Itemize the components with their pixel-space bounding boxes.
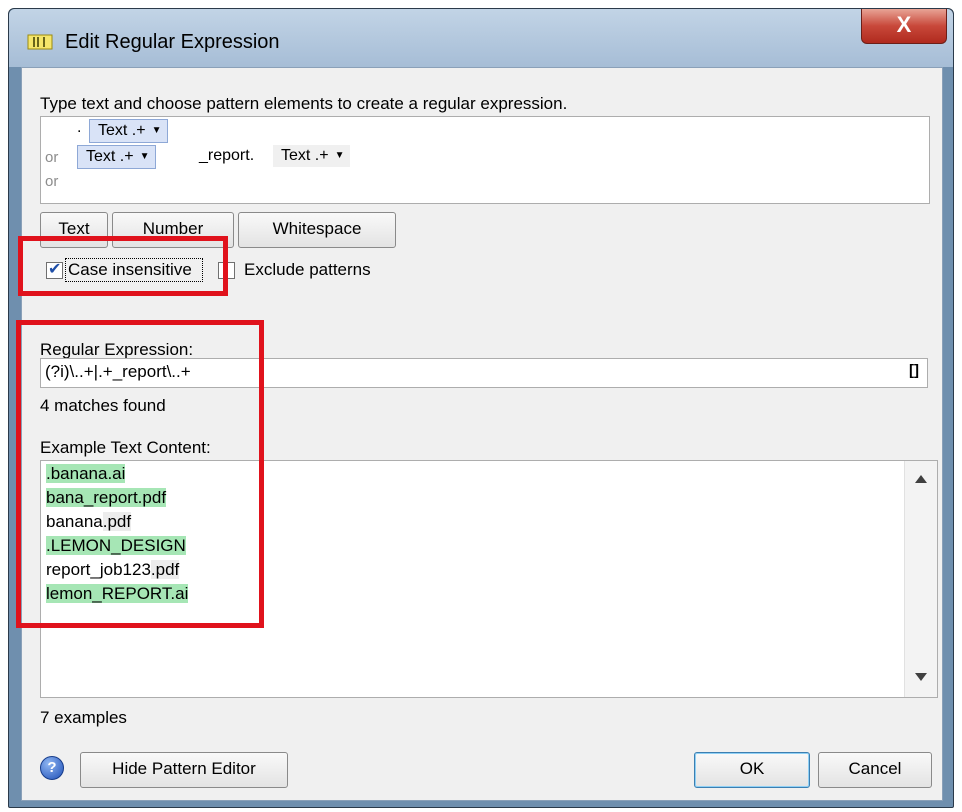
pattern-chip-text[interactable]: Text .+ ▼ [77,145,157,169]
chip-label: Text .+ [281,147,329,164]
pattern-chip-text[interactable]: Text .+ ▼ [273,145,351,167]
annotation-box-regex-results [16,320,264,628]
help-icon[interactable]: ? [40,756,64,780]
close-icon: X [896,12,912,37]
or-label: or [45,149,59,166]
chevron-down-icon: ▼ [334,150,345,161]
example-count: 7 examples [40,708,127,727]
pattern-chip-text[interactable]: Text .+ ▼ [89,119,169,143]
window-title: Edit Regular Expression [65,31,280,53]
title-bar[interactable]: Edit Regular Expression X [9,9,953,67]
close-button[interactable]: X [861,9,947,44]
insert-whitespace-button[interactable]: Whitespace [238,212,396,248]
brackets-icon[interactable]: [] [909,362,919,379]
pattern-editor-icon [27,34,53,50]
or-label: or [45,173,59,190]
cancel-button[interactable]: Cancel [818,752,932,788]
scroll-down-icon[interactable] [915,673,927,681]
hide-pattern-editor-button[interactable]: Hide Pattern Editor [80,752,288,788]
pattern-editor[interactable]: . Text .+ ▼ or Text .+ ▼ _report. Text .+ ▼… [40,116,930,204]
pattern-literal-report[interactable]: _report. [199,147,254,165]
scroll-up-icon[interactable] [915,475,927,483]
chevron-down-icon: ▼ [139,151,150,162]
chevron-down-icon: ▼ [151,125,162,136]
annotation-box-case-insensitive [18,236,228,296]
chip-label: Text .+ [86,148,134,165]
vertical-scrollbar[interactable] [904,461,937,697]
exclude-patterns-label[interactable]: Exclude patterns [244,260,371,280]
ok-button[interactable]: OK [694,752,810,788]
pattern-literal-dot[interactable]: . [77,119,81,137]
instructions-text: Type text and choose pattern elements to… [40,94,568,113]
chip-label: Text .+ [98,122,146,139]
